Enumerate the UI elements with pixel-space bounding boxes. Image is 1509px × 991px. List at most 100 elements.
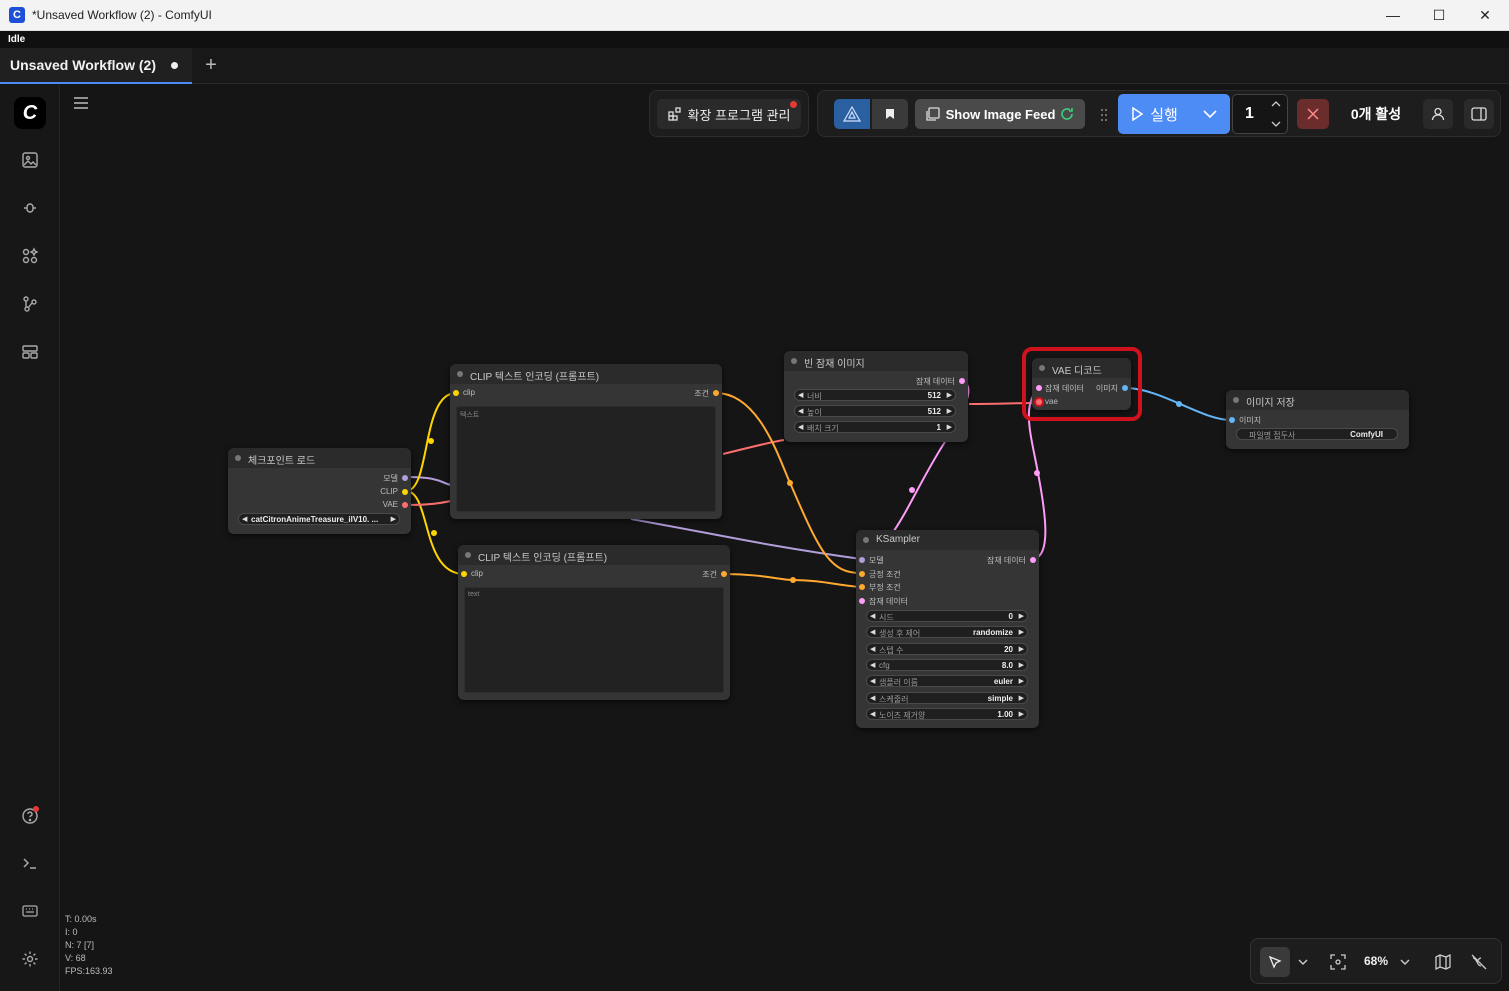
refresh-icon [1061, 108, 1074, 120]
input-latent-dot[interactable] [859, 598, 865, 604]
close-window-button[interactable]: ✕ [1462, 0, 1508, 31]
toggle-panel-button[interactable] [1464, 99, 1494, 129]
input-model: 모델 [869, 556, 884, 565]
input-model-dot[interactable] [859, 557, 865, 563]
tab-workflow[interactable]: Unsaved Workflow (2) [0, 48, 192, 84]
manage-extensions-button[interactable]: 확장 프로그램 관리 [657, 99, 801, 129]
panel-icon [1471, 107, 1487, 121]
settings-gear-icon[interactable] [14, 943, 46, 975]
window-titlebar: C *Unsaved Workflow (2) - ComfyUI — ☐ ✕ [0, 0, 1509, 31]
templates-icon[interactable] [14, 336, 46, 368]
keyboard-icon[interactable] [14, 895, 46, 927]
chevron-down-icon[interactable] [1298, 959, 1308, 965]
queue-count-input[interactable]: 1 [1232, 94, 1288, 134]
toggle-links-icon[interactable] [1471, 954, 1487, 970]
queue-count: 1 [1245, 105, 1254, 122]
input-positive-dot[interactable] [859, 571, 865, 577]
models-icon[interactable] [14, 192, 46, 224]
workflows-icon[interactable] [14, 288, 46, 320]
sidebar: C [0, 85, 60, 991]
height-widget[interactable]: ◀ 높이 512 ▶ [794, 405, 956, 417]
graph-canvas[interactable]: 체크포인트 로드 모델 CLIP VAE ◀ catCitronAnimeTrea… [61, 85, 1509, 991]
output-cond-dot[interactable] [721, 571, 727, 577]
clip-text-encode-node-1[interactable]: CLIP 텍스트 인코딩 (프롬프트) clip 조건 텍스트 [450, 364, 722, 519]
stepper-icon[interactable] [1271, 99, 1281, 129]
image-feed-icon [925, 107, 940, 121]
denoise-widget[interactable]: ◀ 노이즈 제거양 1.00 ▶ [866, 708, 1028, 720]
new-tab-button[interactable]: + [200, 54, 222, 76]
puzzle-icon [667, 107, 681, 121]
filename-prefix-widget[interactable]: 파일명 접두사 ComfyUI [1236, 428, 1398, 440]
node-title: KSampler [876, 534, 920, 545]
input-vae-dot[interactable] [1036, 399, 1042, 405]
fit-view-icon[interactable] [1330, 954, 1346, 970]
close-icon [1307, 108, 1319, 120]
output-model-dot[interactable] [402, 475, 408, 481]
empty-latent-image-node[interactable]: 빈 잠재 이미지 잠재 데이터 ◀ 너비 512 ▶ ◀ 높이 512 ▶ ◀ 배치 크기 1 ▶ [784, 351, 968, 442]
output-image: 이미지 [1095, 384, 1118, 393]
node-title: CLIP 텍스트 인코딩 (프롬프트) [478, 553, 608, 564]
cancel-run-button[interactable] [1297, 99, 1329, 129]
pointer-icon [1268, 955, 1282, 969]
input-clip-dot[interactable] [453, 390, 459, 396]
ckpt-name-select[interactable]: ◀ catCitronAnimeTreasure_ilV10. ... ▶ [238, 513, 400, 525]
scheduler-widget[interactable]: ◀ 스케줄러 simple ▶ [866, 692, 1028, 704]
input-vae: vae [1045, 397, 1058, 406]
node-title: 체크포인트 로드 [248, 456, 316, 467]
input-images-dot[interactable] [1229, 417, 1235, 423]
minimize-button[interactable]: — [1370, 0, 1416, 31]
input-latent-dot[interactable] [1036, 385, 1042, 391]
output-model: 모델 [383, 474, 398, 483]
bookmark-button[interactable] [872, 99, 908, 129]
maximize-button[interactable]: ☐ [1416, 0, 1462, 31]
zoom-chevron-down-icon[interactable] [1400, 959, 1410, 965]
prompt-textarea[interactable]: text [464, 587, 724, 693]
nodes-map-button[interactable] [834, 99, 870, 129]
show-image-feed-button[interactable]: Show Image Feed [915, 99, 1085, 129]
node-title: 이미지 저장 [1246, 398, 1295, 409]
steps-widget[interactable]: ◀ 스텝 수 20 ▶ [866, 643, 1028, 655]
output-clip-dot[interactable] [402, 489, 408, 495]
images-icon[interactable] [14, 144, 46, 176]
cfg-widget[interactable]: ◀ cfg 8.0 ▶ [866, 659, 1028, 671]
vae-decode-node[interactable]: VAE 디코드 잠재 데이터 이미지 vae [1032, 358, 1131, 410]
control-after-generate-widget[interactable]: ◀ 생성 후 제어 randomize ▶ [866, 626, 1028, 638]
minimap-icon[interactable] [1435, 954, 1451, 970]
prompt-textarea[interactable]: 텍스트 [456, 406, 716, 512]
batch-size-widget[interactable]: ◀ 배치 크기 1 ▶ [794, 421, 956, 433]
help-icon[interactable] [14, 799, 46, 831]
run-button[interactable]: 실행 [1118, 94, 1190, 134]
sampler-name-widget[interactable]: ◀ 샘플러 이름 euler ▶ [866, 675, 1028, 687]
comfy-logo[interactable]: C [14, 97, 46, 129]
checkpoint-loader-node[interactable]: 체크포인트 로드 모델 CLIP VAE ◀ catCitronAnimeTrea… [228, 448, 411, 534]
save-image-node[interactable]: 이미지 저장 이미지 파일명 접두사 ComfyUI [1226, 390, 1409, 449]
input-positive: 긍정 조건 [869, 570, 901, 579]
triangle-icon [843, 106, 861, 122]
output-vae: VAE [382, 500, 398, 509]
clip-text-encode-node-2[interactable]: CLIP 텍스트 인코딩 (프롬프트) clip 조건 text [458, 545, 730, 700]
output-cond-dot[interactable] [713, 390, 719, 396]
input-negative: 부정 조건 [869, 583, 901, 592]
input-clip-dot[interactable] [461, 571, 467, 577]
output-vae-dot[interactable] [402, 502, 408, 508]
user-button[interactable] [1423, 99, 1453, 129]
output-latent-dot[interactable] [1030, 557, 1036, 563]
seed-widget[interactable]: ◀ 시드 0 ▶ [866, 610, 1028, 622]
select-tool-button[interactable] [1260, 947, 1290, 977]
run-mode-dropdown[interactable] [1190, 94, 1230, 134]
output-latent-dot[interactable] [959, 378, 965, 384]
window-title: *Unsaved Workflow (2) - ComfyUI [32, 8, 212, 22]
drag-handle-icon[interactable] [1100, 108, 1108, 122]
play-icon [1132, 107, 1144, 121]
tab-label: Unsaved Workflow (2) [10, 57, 156, 73]
width-widget[interactable]: ◀ 너비 512 ▶ [794, 389, 956, 401]
console-icon[interactable] [14, 847, 46, 879]
input-clip: clip [463, 388, 476, 397]
ksampler-node[interactable]: KSampler 모델 잠재 데이터 긍정 조건 부정 조건 잠재 데이터 ◀ 시… [856, 530, 1039, 728]
show-image-feed-label: Show Image Feed [945, 106, 1056, 122]
node-library-icon[interactable] [14, 240, 46, 272]
zoom-level[interactable]: 68% [1364, 954, 1388, 968]
output-image-dot[interactable] [1122, 385, 1128, 391]
input-negative-dot[interactable] [859, 584, 865, 590]
active-queue-button[interactable]: 0개 활성 [1338, 94, 1414, 134]
